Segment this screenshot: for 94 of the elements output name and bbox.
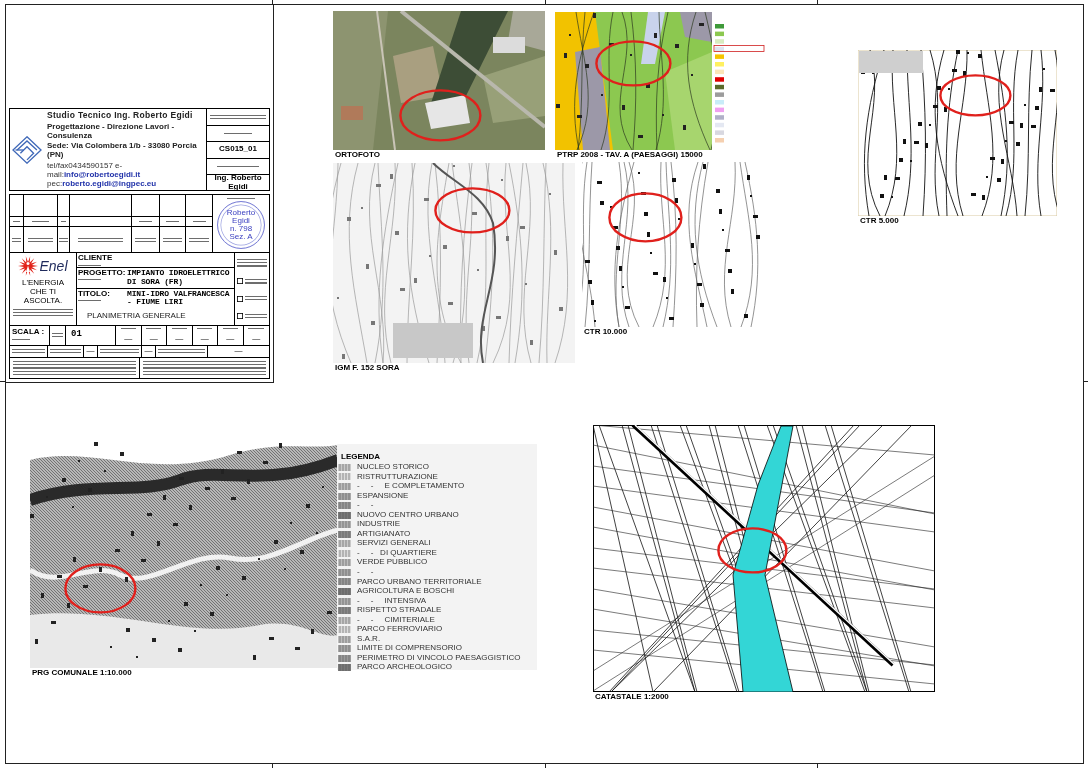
logo-wordmark: Enel <box>39 258 68 274</box>
fine-print-drawing <box>78 299 101 302</box>
fine-print-drawing <box>13 308 73 317</box>
legend-label: - - <box>357 568 374 577</box>
fine-print-drawing <box>237 259 267 268</box>
studio-contacts: tel/fax0434590157 e-mail:info@robertoegidi.it pec:roberto.egidi@ingpec.eu <box>47 161 158 189</box>
field-value: MINI-IDRO VALFRANCESCA - FIUME LIRI <box>127 289 231 308</box>
fine-print-drawing <box>11 237 22 243</box>
legend-label: - - CIMITERIALE <box>357 615 435 625</box>
legend-swatch-icon <box>338 597 351 605</box>
fine-print-drawing <box>135 237 156 243</box>
drawing-code: CS015_01 <box>219 145 257 155</box>
stamp-text: Roberto <box>226 209 256 218</box>
stamp-text: Egidi <box>232 217 250 226</box>
legend-label: SERVIZI GENERALI <box>357 539 431 549</box>
legend-label: - - <box>357 501 374 510</box>
code-value: — <box>175 334 184 343</box>
fine-print-drawing <box>59 237 68 243</box>
field-value: IMPIANTO IDROELETTRICO DI SORA (FR) <box>127 268 231 287</box>
ellipse-marker-icon <box>62 561 138 615</box>
fine-print-drawing <box>100 349 139 354</box>
legend-label: ARTIGIANATO <box>357 529 411 539</box>
fine-print-drawing <box>12 349 45 354</box>
fine-print-drawing <box>197 327 213 330</box>
fine-print-drawing <box>50 349 81 354</box>
legend-label: INDUSTRIE <box>357 520 401 530</box>
field-value: — <box>86 347 95 356</box>
legend-label: RISTRUTTURAZIONE <box>357 472 438 482</box>
fine-print-drawing <box>245 279 267 284</box>
code-value: — <box>124 334 133 343</box>
fine-print-drawing <box>222 327 238 330</box>
fine-print-drawing <box>210 114 266 120</box>
studio-services: Progettazione - Direzione Lavori - Consulenza <box>47 122 176 141</box>
fine-print-drawing <box>248 327 265 330</box>
legend-label: S.A.R. <box>357 634 381 644</box>
map-caption: CATASTALE 1:2000 <box>595 693 669 702</box>
map-caption: CTR 10.000 <box>584 328 628 337</box>
field-value: — <box>144 347 153 356</box>
stamp-text: n. 798 Sez. A <box>228 225 254 242</box>
fine-print-drawing <box>163 237 182 243</box>
field-value: — <box>234 347 243 356</box>
ellipse-marker-icon <box>606 190 684 244</box>
legend-label: PARCO FERROVIARIO <box>357 625 443 635</box>
legend-label: LIMITE DI COMPRENSORIO <box>357 644 462 654</box>
fine-print-drawing <box>245 313 267 319</box>
field-label: PROGETTO: <box>78 268 124 278</box>
ellipse-marker-icon <box>937 72 1013 118</box>
legend-title: LEGENDA <box>341 453 381 462</box>
legend-label: PERIMETRO DI VINCOLO PAESAGGISTICO <box>357 653 521 663</box>
studio-name: Studio Tecnico Ing. Roberto Egidi <box>47 111 194 121</box>
ellipse-marker-icon <box>432 185 512 235</box>
diamond-logo-icon <box>12 135 42 164</box>
ellipse-marker-icon <box>397 87 483 143</box>
client-slogan: L'ENERGIA CHE TI ASCOLTA. <box>21 279 65 306</box>
fine-print-drawing <box>171 327 187 330</box>
studio-address: Sede: Via Colombera 1/b - 33080 Porcia (PN) <box>47 142 198 160</box>
field-label: SCALA : <box>12 327 45 337</box>
code-value: — <box>226 334 235 343</box>
code-value: — <box>252 334 261 343</box>
map-caption: CTR 5.000 <box>860 217 899 226</box>
fine-print-drawing <box>189 237 209 243</box>
legend-label: - - E COMPLETAMENTO <box>357 482 465 491</box>
map-caption: ORTOFOTO <box>335 151 381 160</box>
fine-print-drawing <box>245 296 267 301</box>
legend-label: NUOVO CENTRO URBANO <box>357 510 459 520</box>
legend-label: RISPETTO STRADALE <box>357 606 442 615</box>
legend-label: PARCO ARCHEOLOGICO <box>357 663 452 673</box>
field-label: CLIENTE <box>78 254 114 264</box>
legend-label: PARCO URBANO TERRITORIALE <box>357 577 482 587</box>
legend-label: NUCLEO STORICO <box>357 462 429 472</box>
legend-label: ESPANSIONE <box>357 491 409 501</box>
drawing-title: PLANIMETRIA GENERALE <box>87 312 186 321</box>
fine-print-drawing <box>120 327 136 330</box>
legend-swatch-icon <box>338 492 351 500</box>
legend-label: VERDE PUBBLICO <box>357 558 428 568</box>
legend-label: AGRICOLTURA E BOSCHI <box>357 587 455 596</box>
sheet-number: 01 <box>70 330 82 341</box>
legend-label: - - INTENSIVA <box>357 596 427 606</box>
field-label: TITOLO: <box>78 289 111 299</box>
sunburst-logo-icon <box>18 256 39 277</box>
legend-swatch-icon <box>338 463 351 471</box>
map-caption: IGM F. 152 SORA <box>335 364 400 373</box>
ellipse-marker-icon <box>715 525 789 575</box>
fine-print-drawing <box>158 349 205 354</box>
legend-swatch-icon <box>338 664 351 672</box>
map-caption: PRG COMUNALE 1:10.000 <box>32 669 132 678</box>
fine-print-drawing <box>224 132 252 135</box>
fine-print-drawing <box>146 327 162 330</box>
ellipse-marker-icon <box>593 38 673 88</box>
code-value: — <box>149 334 158 343</box>
legend-label: - - DI QUARTIERE <box>357 548 437 558</box>
map-caption: PTRP 2008 - TAV. A (PAESAGGI) 15000 <box>557 151 703 160</box>
fine-print-drawing <box>52 333 63 338</box>
code-value: — <box>200 334 209 343</box>
